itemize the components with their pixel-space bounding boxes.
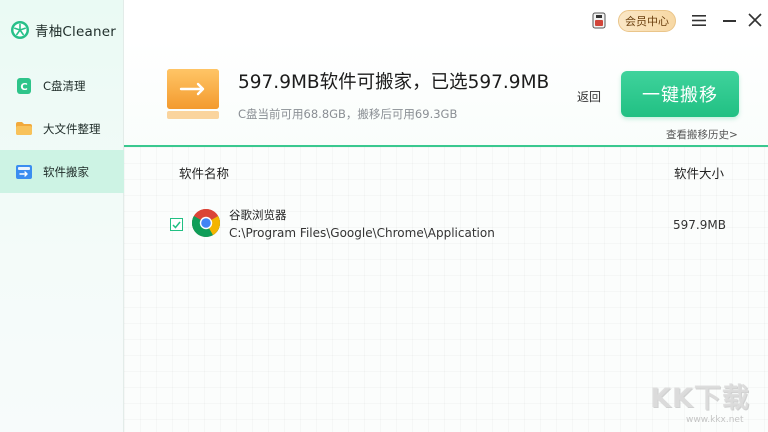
sidebar-item-label: C盘清理 — [43, 78, 86, 93]
app-name-label: 谷歌浏览器 — [229, 208, 287, 222]
table-row[interactable]: 谷歌浏览器 C:\Program Files\Google\Chrome\App… — [124, 202, 768, 246]
watermark: KK下载 www.kkx.net — [650, 376, 762, 426]
one-click-move-button[interactable]: 一键搬移 — [621, 71, 739, 117]
disk-space-summary: C盘当前可用68.8GB，搬移后可用69.3GB — [238, 107, 458, 121]
vip-center-button[interactable]: 会员中心 — [618, 10, 676, 32]
move-illustration-icon — [167, 69, 219, 119]
app-path-label: C:\Program Files\Google\Chrome\Applicati… — [229, 226, 495, 240]
sidebar-item-label: 大文件整理 — [43, 121, 101, 136]
app-shortcut-icon[interactable] — [592, 12, 606, 29]
sidebar-item-software-move[interactable]: 软件搬家 — [0, 150, 124, 193]
row-checkbox[interactable] — [170, 218, 183, 231]
app-size-label: 597.9MB — [673, 218, 726, 232]
c-drive-icon: C — [15, 77, 33, 95]
app-name: 青柚Cleaner — [35, 24, 116, 40]
column-header-size: 软件大小 — [674, 166, 725, 181]
page-title: 597.9MB软件可搬家，已选597.9MB — [238, 72, 550, 93]
menu-icon[interactable] — [692, 14, 706, 27]
software-move-icon — [15, 163, 33, 181]
sidebar-item-label: 软件搬家 — [43, 164, 89, 179]
minimize-icon[interactable] — [723, 20, 736, 22]
title-bar: 会员中心 — [124, 0, 768, 40]
sidebar: 青柚Cleaner C C盘清理 大文件整理 软件搬家 — [0, 0, 124, 432]
chrome-icon — [192, 209, 220, 237]
brand: 青柚Cleaner — [10, 20, 116, 40]
sidebar-item-large-files[interactable]: 大文件整理 — [0, 107, 124, 150]
watermark-logo: KK下载 — [650, 383, 750, 414]
back-button[interactable]: 返回 — [577, 88, 601, 105]
grapefruit-logo-icon — [11, 21, 29, 39]
close-icon[interactable] — [748, 13, 762, 27]
sidebar-item-c-drive-clean[interactable]: C C盘清理 — [0, 64, 124, 107]
watermark-url: www.kkx.net — [686, 415, 744, 425]
summary-header: 597.9MB软件可搬家，已选597.9MB C盘当前可用68.8GB，搬移后可… — [124, 40, 768, 146]
folder-icon — [15, 120, 33, 138]
svg-text:C: C — [20, 82, 27, 93]
checkmark-icon — [172, 221, 181, 229]
sidebar-nav: C C盘清理 大文件整理 软件搬家 — [0, 64, 124, 193]
column-header-name: 软件名称 — [179, 166, 230, 181]
move-history-link[interactable]: 查看搬移历史> — [666, 127, 738, 142]
